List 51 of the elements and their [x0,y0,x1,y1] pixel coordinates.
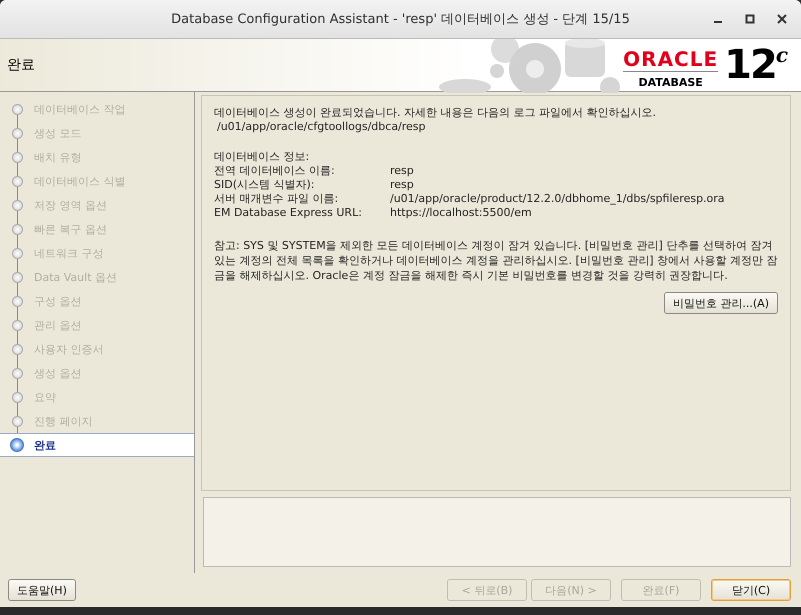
step-dot-icon [12,416,22,426]
step-item[interactable]: 생성 모드 [0,121,194,145]
step-item[interactable]: 진행 페이지 [0,409,194,433]
step-item[interactable]: Data Vault 옵션 [0,265,194,289]
completion-message: 데이터베이스 생성이 완료되었습니다. 자세한 내용은 다음의 로그 파일에서 확인하십시오. [214,106,657,120]
info-label: 서버 매개변수 파일 이름: [214,192,340,206]
product-text: DATABASE [638,76,703,89]
step-item[interactable]: 사용자 인증서 [0,337,194,361]
step-item[interactable]: 요약 [0,385,194,409]
step-dot-icon [12,200,22,210]
step-item[interactable]: 구성 옵션 [0,289,194,313]
info-label: SID(시스템 식별자): [214,178,316,192]
brand-text: ORACLE [623,49,718,72]
step-item[interactable]: 네트워크 구성 [0,241,194,265]
step-dot-icon [12,344,22,354]
step-item[interactable]: 완료 [0,433,194,457]
step-dot-icon [12,248,22,258]
step-item[interactable]: 배치 유형 [0,145,194,169]
step-item[interactable]: 저장 영역 옵션 [0,193,194,217]
step-dot-icon [12,320,22,330]
step-dot-icon [12,176,22,186]
info-label: EM Database Express URL: [214,206,363,220]
step-dot-icon [12,128,22,138]
step-dot-icon [12,224,22,234]
help-button[interactable]: 도움말(H) [8,579,76,601]
maximize-icon[interactable] [745,14,755,24]
step-dot-icon [12,296,22,306]
step-dot-icon [12,392,22,402]
info-value: resp [390,164,414,178]
window-title: Database Configuration Assistant - 'resp' 데이터베이스 생성 - 단계 15/15 [171,11,630,28]
step-item[interactable]: 빠른 복구 옵션 [0,217,194,241]
note-text: 참고: SYS 및 SYSTEM을 제외한 모든 데이터베이스 계정이 잠겨 있습니다. [비밀번호 관리] 단추를 선택하여 잠겨 있는 계정의 전체 목록을 확인하거나 데이터베이스 계정을 관리하십시오. [비밀번호 관리] 창에서 사용할 계정만 잠금을 해제하십시오. Oracle은 계정 잠금을 해제한 즉시 기본 비밀번호를 변경할 것을 강력히 권장합니다. [214,238,778,283]
info-label: 전역 데이터베이스 이름: [214,164,336,178]
password-management-button[interactable]: 비밀번호 관리...(A) [664,292,778,314]
info-value: resp [390,178,414,192]
wizard-button[interactable]: 닫기(C) [711,579,791,601]
page-title: 완료 [6,56,35,74]
info-value: https://localhost:5500/em [390,206,532,220]
info-value: /u01/app/oracle/product/12.2.0/dbhome_1/dbs/spfileresp.ora [390,192,725,206]
close-icon[interactable] [777,14,787,24]
step-dot-icon [12,152,22,162]
step-item[interactable]: 데이터베이스 작업 [0,97,194,121]
log-path: /u01/app/oracle/cfgtoollogs/dbca/resp [216,120,427,134]
step-item[interactable]: 데이터베이스 식별 [0,169,194,193]
step-dot-icon [12,104,22,114]
step-dot-icon [12,368,22,378]
step-item[interactable]: 관리 옵션 [0,313,194,337]
info-heading: 데이터베이스 정보: [214,150,310,164]
step-dot-icon [10,438,24,452]
step-item[interactable]: 생성 옵션 [0,361,194,385]
step-dot-icon [12,272,22,282]
